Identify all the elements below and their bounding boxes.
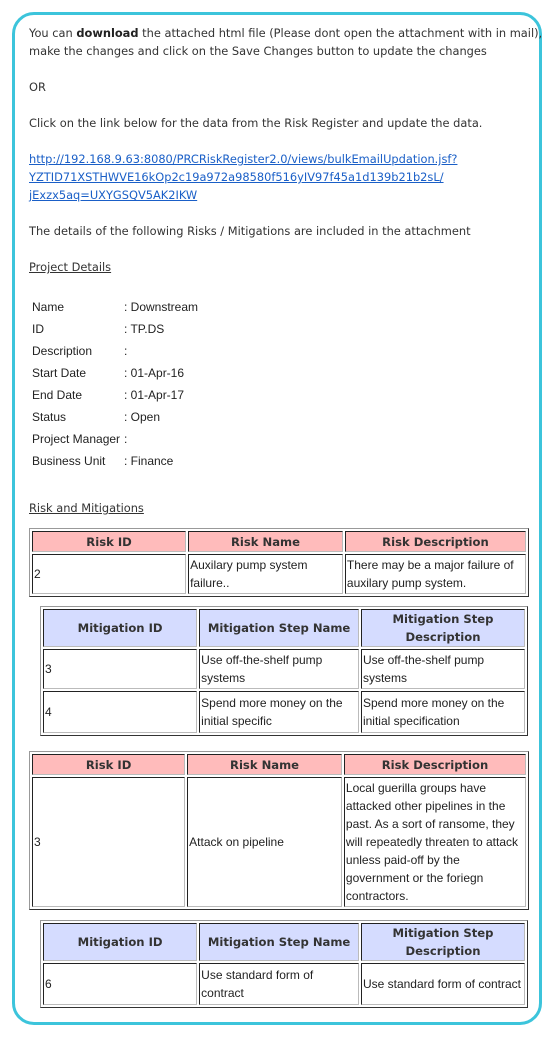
risk-header-row: Risk ID Risk Name Risk Description (32, 754, 526, 775)
project-field-value: : Finance (124, 454, 174, 468)
mitigation-cell: Spend more money on the initial specific (199, 691, 359, 733)
or-text: OR (29, 80, 46, 94)
mitigation-cell: Use off-the-shelf pump systems (360, 649, 525, 689)
mitigation-cell: Spend more money on the initial specific… (360, 691, 525, 733)
project-field-value: : (124, 432, 128, 446)
mitigation-row: 3 Use off-the-shelf pump systems Use off-t… (43, 649, 525, 689)
project-field-label: Status (32, 410, 67, 424)
project-field-row: Description: (32, 340, 198, 362)
project-field-row: Status : Open (32, 406, 198, 428)
mitigation-column-header: Mitigation Step Name (199, 609, 359, 647)
mitigation-table: Mitigation ID Mitigation Step Name Mitigat… (40, 606, 528, 736)
mitigation-cell: Use off-the-shelf pump systems (199, 649, 359, 689)
mitigation-row: 6 Use standard form of contract Use standa… (43, 963, 525, 1005)
click-instruction: Click on the link below for the data fro… (29, 116, 483, 130)
risk-register-link[interactable]: jExzx5aq=UXYGSQV5AK2IKW (29, 186, 197, 204)
project-field-row: Name : Downstream (32, 296, 198, 318)
risk-mitigations-heading: Risk and Mitigations (29, 501, 144, 515)
project-field-label: ID (32, 322, 44, 336)
project-field-row: Project Manager: (32, 428, 198, 450)
risk-register-link[interactable]: http://192.168.9.63:8080/PRCRiskRegister… (29, 150, 457, 168)
project-field-value: : Downstream (124, 300, 199, 314)
project-field-row: Start Date : 01-Apr-16 (32, 362, 198, 384)
project-details-heading: Project Details (29, 260, 112, 274)
download-emphasis: download (76, 26, 139, 40)
project-field-label: Name (32, 300, 65, 314)
risk-cell: 3 (32, 777, 186, 907)
project-field-label: Business Unit (32, 454, 106, 468)
project-field-label: End Date (32, 388, 83, 402)
mitigation-column-header: Mitigation Step Description (360, 923, 525, 961)
mitigation-cell: Use standard form of contract (360, 963, 525, 1005)
risk-table: Risk ID Risk Name Risk Description 2 Auxilar… (29, 528, 529, 597)
risk-column-header: Risk ID (32, 754, 186, 775)
mitigation-column-header: Mitigation Step Description (360, 609, 525, 647)
project-field-value: : 01-Apr-17 (124, 388, 185, 402)
project-field-row: ID : TP.DS (32, 318, 198, 340)
risk-cell: Local guerilla groups have attacked othe… (343, 777, 526, 907)
risk-cell: 2 (32, 554, 187, 594)
project-field-value: : Open (124, 410, 161, 424)
mitigation-header-row: Mitigation ID Mitigation Step Name Mitigat… (43, 923, 525, 961)
risk-cell: There may be a major failure of auxilary… (344, 554, 526, 594)
risk-column-header: Risk Name (187, 754, 342, 775)
intro-line-1: You can download the attached html file … (29, 24, 542, 42)
project-field-value: : 01-Apr-16 (124, 366, 185, 380)
project-field-row: End Date : 01-Apr-17 (32, 384, 198, 406)
project-field-row: Business Unit : Finance (32, 450, 198, 472)
risk-cell: Attack on pipeline (187, 777, 342, 907)
intro-text: the attached html file (Please dont open… (138, 26, 543, 40)
risk-column-header: Risk Description (343, 754, 526, 775)
mitigation-cell: 3 (43, 649, 198, 689)
risk-table: Risk ID Risk Name Risk Description 3 Attack … (29, 751, 529, 910)
intro-line-2: make the changes and click on the Save C… (29, 44, 487, 58)
attachment-note: The details of the following Risks / Mit… (29, 224, 471, 238)
risk-column-header: Risk Name (188, 531, 343, 552)
project-field-label: Start Date (32, 366, 87, 380)
mitigation-cell: Use standard form of contract (199, 963, 359, 1005)
project-field-label: Description (32, 344, 93, 358)
risk-column-header: Risk Description (344, 531, 526, 552)
mitigation-column-header: Mitigation ID (43, 923, 198, 961)
mitigation-cell: 4 (43, 691, 198, 733)
project-field-label: Project Manager (32, 432, 121, 446)
mitigation-column-header: Mitigation ID (43, 609, 198, 647)
risk-header-row: Risk ID Risk Name Risk Description (32, 531, 526, 552)
project-field-value: : (124, 344, 128, 358)
risk-column-header: Risk ID (32, 531, 187, 552)
project-field-value: : TP.DS (124, 322, 165, 336)
project-details-list: Name: Downstream ID: TP.DS Description: Sta… (32, 296, 198, 472)
intro-text: You can (29, 26, 77, 40)
risk-cell: Auxilary pump system failure.. (188, 554, 343, 594)
risk-row: 3 Attack on pipeline Local guerilla groups… (32, 777, 526, 907)
mitigation-column-header: Mitigation Step Name (199, 923, 359, 961)
risk-register-link[interactable]: YZTID71XSTHWVE16kOp2c19a972a98580f516yIV… (29, 168, 444, 186)
mitigation-header-row: Mitigation ID Mitigation Step Name Mitigat… (43, 609, 525, 647)
mitigation-table: Mitigation ID Mitigation Step Name Mitigat… (40, 920, 528, 1008)
mitigation-row: 4 Spend more money on the initial specifi… (43, 691, 525, 733)
mitigation-cell: 6 (43, 963, 198, 1005)
risk-row: 2 Auxilary pump system failure.. There may… (32, 554, 526, 594)
